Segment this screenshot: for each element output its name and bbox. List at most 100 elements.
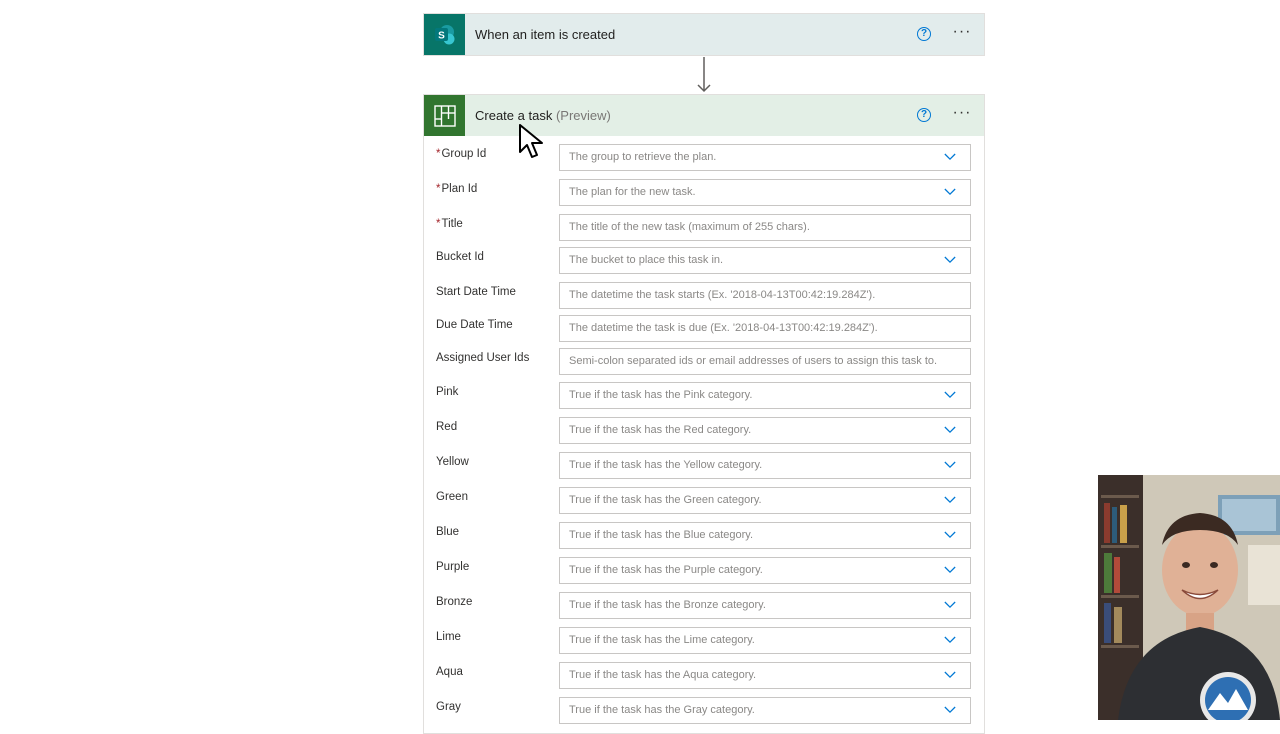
more-options-icon[interactable]: ··· <box>952 23 972 41</box>
preview-tag: (Preview) <box>555 108 611 123</box>
placeholder-text: The title of the new task (maximum of 25… <box>569 221 810 233</box>
chevron-down-icon[interactable] <box>944 256 956 264</box>
field-row: Lime True if the task has the Lime catego… <box>424 627 984 657</box>
chevron-down-icon[interactable] <box>944 461 956 469</box>
create-task-title: Create a task (Preview) <box>475 108 611 123</box>
trigger-title: When an item is created <box>475 27 616 42</box>
chevron-down-icon[interactable] <box>944 153 956 161</box>
field-label-text: Green <box>436 491 468 503</box>
field-row: *Group Id The group to retrieve the plan. <box>424 144 984 174</box>
field-row: Bronze True if the task has the Bronze ca… <box>424 592 984 622</box>
start-date-time-input[interactable]: The datetime the task starts (Ex. '2018-… <box>559 282 971 309</box>
chevron-down-icon[interactable] <box>944 671 956 679</box>
field-label: Purple <box>436 561 469 573</box>
field-row: Yellow True if the task has the Yellow ca… <box>424 452 984 482</box>
svg-text:S: S <box>438 30 445 41</box>
mouse-cursor-icon <box>519 124 545 165</box>
field-label-text: Group Id <box>441 148 487 160</box>
plan-id-dropdown[interactable]: The plan for the new task. <box>559 179 971 206</box>
field-label-text: Pink <box>436 386 459 398</box>
field-row: *Plan Id The plan for the new task. <box>424 179 984 209</box>
chevron-down-icon[interactable] <box>944 531 956 539</box>
field-label-text: Start Date Time <box>436 286 516 298</box>
field-label: Green <box>436 491 468 503</box>
required-marker: * <box>436 183 441 195</box>
aqua-dropdown[interactable]: True if the task has the Aqua category. <box>559 662 971 689</box>
chevron-down-icon[interactable] <box>944 496 956 504</box>
bronze-dropdown[interactable]: True if the task has the Bronze category… <box>559 592 971 619</box>
field-label: Due Date Time <box>436 319 513 331</box>
field-label: *Title <box>436 218 463 230</box>
field-label: Bucket Id <box>436 251 484 263</box>
placeholder-text: True if the task has the Aqua category. <box>569 669 757 681</box>
placeholder-text: True if the task has the Blue category. <box>569 529 754 541</box>
title-input[interactable]: The title of the new task (maximum of 25… <box>559 214 971 241</box>
field-row: Gray True if the task has the Gray catego… <box>424 697 984 727</box>
blue-dropdown[interactable]: True if the task has the Blue category. <box>559 522 971 549</box>
field-label: Gray <box>436 701 461 713</box>
field-label-text: Bucket Id <box>436 251 484 263</box>
group-id-dropdown[interactable]: The group to retrieve the plan. <box>559 144 971 171</box>
pink-dropdown[interactable]: True if the task has the Pink category. <box>559 382 971 409</box>
create-task-card[interactable]: Create a task (Preview) ? ··· *Group Id T… <box>423 94 985 734</box>
field-label-text: Plan Id <box>441 183 478 195</box>
more-options-icon[interactable]: ··· <box>952 104 972 122</box>
field-row: Red True if the task has the Red category… <box>424 417 984 447</box>
chevron-down-icon[interactable] <box>944 391 956 399</box>
field-label-text: Aqua <box>436 666 463 678</box>
create-task-form: *Group Id The group to retrieve the plan.… <box>424 136 984 724</box>
chevron-down-icon[interactable] <box>944 188 956 196</box>
field-label: Yellow <box>436 456 469 468</box>
placeholder-text: True if the task has the Green category. <box>569 494 762 506</box>
field-label-text: Bronze <box>436 596 473 608</box>
help-icon[interactable]: ? <box>917 108 931 122</box>
field-row: *Title The title of the new task (maximum… <box>424 214 984 244</box>
field-label: *Group Id <box>436 148 486 160</box>
field-row: Blue True if the task has the Blue catego… <box>424 522 984 552</box>
field-row: Due Date Time The datetime the task is du… <box>424 315 984 345</box>
placeholder-text: True if the task has the Pink category. <box>569 389 753 401</box>
placeholder-text: The datetime the task starts (Ex. '2018-… <box>569 289 876 301</box>
placeholder-text: True if the task has the Lime category. <box>569 634 755 646</box>
action-title-text: Create a task <box>475 108 553 123</box>
field-row: Assigned User Ids Semi-colon separated id… <box>424 348 984 378</box>
create-task-header[interactable]: Create a task (Preview) ? ··· <box>424 95 984 136</box>
field-label: Assigned User Ids <box>436 352 529 364</box>
red-dropdown[interactable]: True if the task has the Red category. <box>559 417 971 444</box>
trigger-card[interactable]: S When an item is created ? ··· <box>423 13 985 56</box>
yellow-dropdown[interactable]: True if the task has the Yellow category… <box>559 452 971 479</box>
chevron-down-icon[interactable] <box>944 636 956 644</box>
trigger-header[interactable]: S When an item is created ? ··· <box>424 14 984 55</box>
placeholder-text: The datetime the task is due (Ex. '2018-… <box>569 322 878 334</box>
placeholder-text: The plan for the new task. <box>569 186 696 198</box>
field-row: Aqua True if the task has the Aqua catego… <box>424 662 984 692</box>
chevron-down-icon[interactable] <box>944 706 956 714</box>
planner-icon <box>424 95 465 136</box>
bucket-id-dropdown[interactable]: The bucket to place this task in. <box>559 247 971 274</box>
help-icon[interactable]: ? <box>917 27 931 41</box>
lime-dropdown[interactable]: True if the task has the Lime category. <box>559 627 971 654</box>
placeholder-text: True if the task has the Bronze category… <box>569 599 766 611</box>
due-date-time-input[interactable]: The datetime the task is due (Ex. '2018-… <box>559 315 971 342</box>
field-label-text: Gray <box>436 701 461 713</box>
field-label: Blue <box>436 526 459 538</box>
green-dropdown[interactable]: True if the task has the Green category. <box>559 487 971 514</box>
placeholder-text: The group to retrieve the plan. <box>569 151 717 163</box>
field-label: Pink <box>436 386 458 398</box>
field-label-text: Blue <box>436 526 460 538</box>
field-label: Red <box>436 421 457 433</box>
field-label-text: Assigned User Ids <box>436 352 530 364</box>
field-label-text: Yellow <box>436 456 469 468</box>
field-label: *Plan Id <box>436 183 477 195</box>
field-row: Bucket Id The bucket to place this task i… <box>424 247 984 277</box>
field-row: Start Date Time The datetime the task sta… <box>424 282 984 312</box>
field-label-text: Purple <box>436 561 470 573</box>
assigned-user-ids-input[interactable]: Semi-colon separated ids or email addres… <box>559 348 971 375</box>
placeholder-text: True if the task has the Yellow category… <box>569 459 763 471</box>
purple-dropdown[interactable]: True if the task has the Purple category… <box>559 557 971 584</box>
placeholder-text: The bucket to place this task in. <box>569 254 724 266</box>
chevron-down-icon[interactable] <box>944 601 956 609</box>
chevron-down-icon[interactable] <box>944 566 956 574</box>
chevron-down-icon[interactable] <box>944 426 956 434</box>
field-label: Lime <box>436 631 461 643</box>
